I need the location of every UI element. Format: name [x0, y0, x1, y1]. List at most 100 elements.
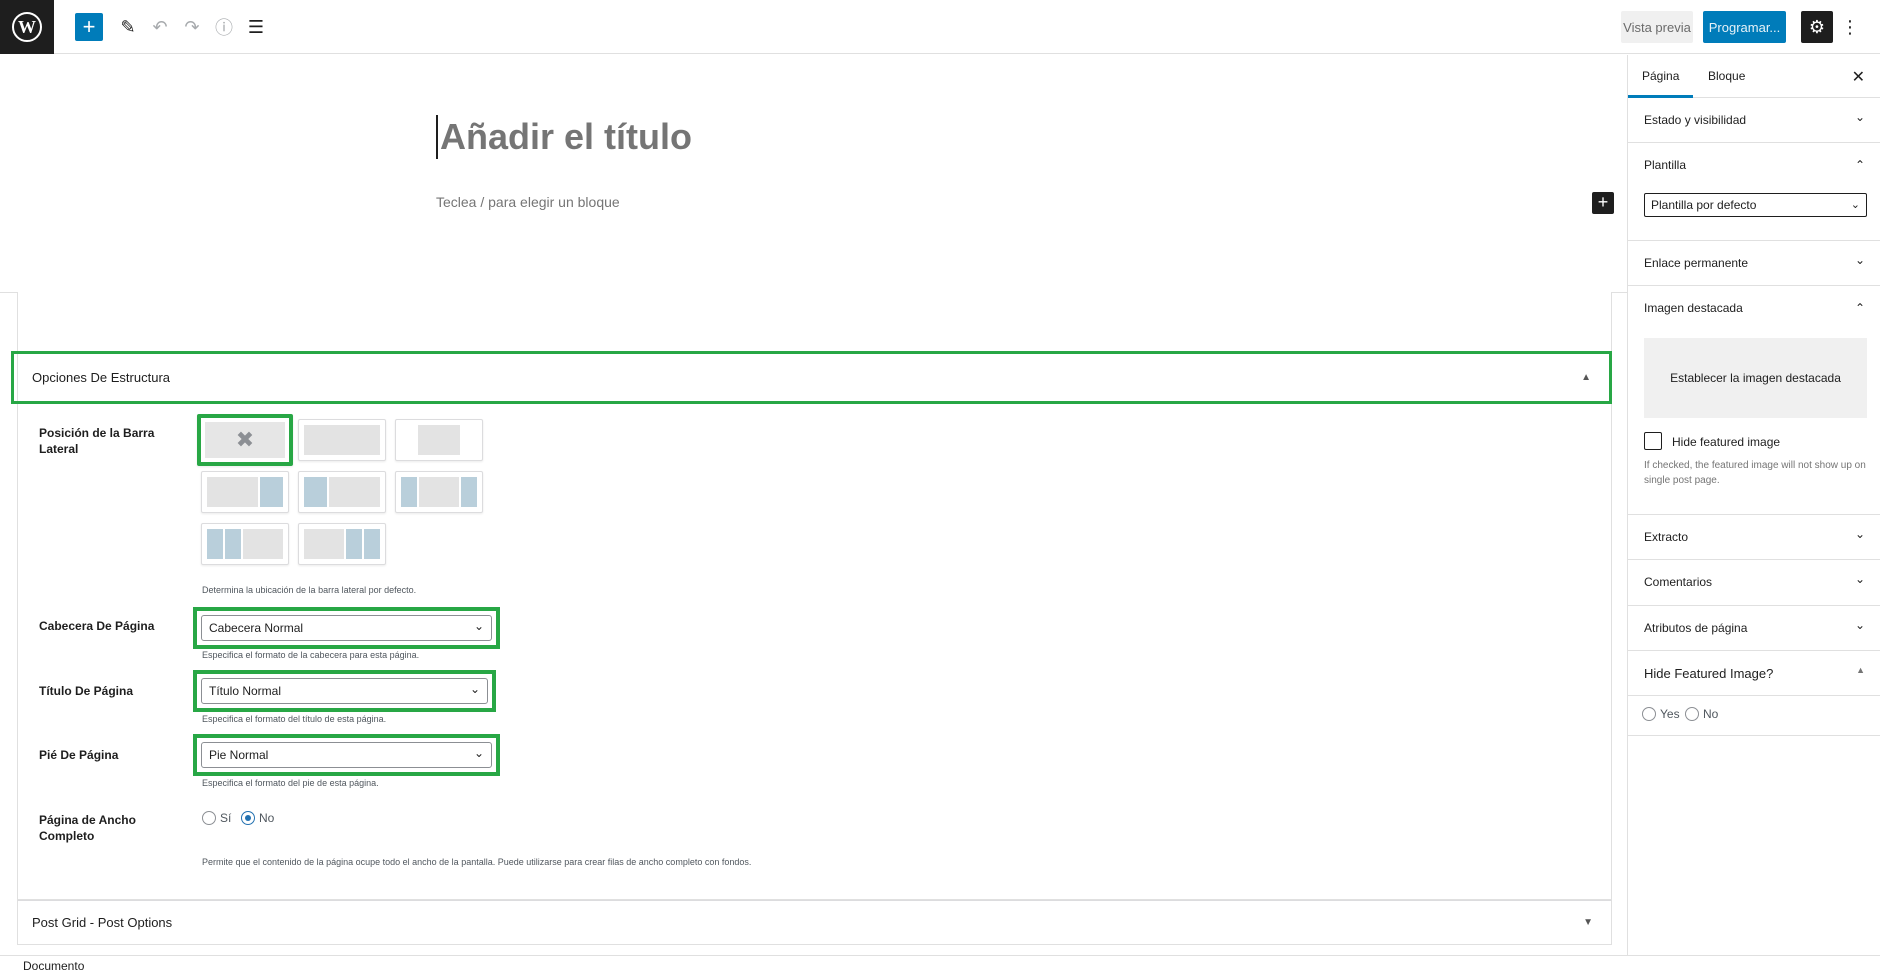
footer-select[interactable]: Pie Normal ⌄	[201, 742, 492, 768]
structure-options-header[interactable]: Opciones De Estructura ▲	[11, 351, 1612, 404]
hide-featured-image-checkbox[interactable]	[1644, 432, 1662, 450]
undo-icon[interactable]: ↶	[146, 13, 174, 41]
panel-status-visibility[interactable]: Estado y visibilidad ⌄	[1628, 98, 1880, 143]
panel-permalink[interactable]: Enlace permanente ⌄	[1628, 241, 1880, 286]
layout-two-right-sidebars-option[interactable]	[298, 523, 386, 565]
chevron-down-icon: ⌄	[1854, 572, 1865, 586]
chevron-down-icon: ⌄	[1854, 253, 1865, 267]
template-select-value: Plantilla por defecto	[1651, 198, 1757, 212]
sidebar-position-help: Determina la ubicación de la barra later…	[202, 585, 417, 595]
block-appender-placeholder[interactable]: Teclea / para elegir un bloque	[436, 194, 620, 210]
footer-label: Pié De Página	[39, 748, 119, 762]
redo-icon[interactable]: ↷	[178, 13, 206, 41]
panel-page-attributes[interactable]: Atributos de página ⌄	[1628, 606, 1880, 651]
panel-title[interactable]: Plantilla	[1644, 158, 1686, 172]
collapse-triangle-icon[interactable]: ▲	[1581, 372, 1591, 383]
layout-sidebar-block	[207, 529, 223, 559]
hide-featured-image-label: Hide featured image	[1672, 435, 1781, 449]
chevron-down-icon: ⌄	[1850, 199, 1860, 211]
panel-title[interactable]: Imagen destacada	[1644, 301, 1743, 315]
preview-button[interactable]: Vista previa	[1621, 11, 1693, 43]
layout-right-sidebar-option[interactable]	[201, 471, 289, 513]
close-icon[interactable]: ✕	[1852, 67, 1865, 87]
layout-sidebar-block	[364, 529, 380, 559]
fullwidth-yes-radio[interactable]	[202, 811, 216, 825]
header-select[interactable]: Cabecera Normal ⌄	[201, 615, 492, 641]
layout-two-left-sidebars-option[interactable]	[201, 523, 289, 565]
breadcrumb-bar: Documento	[0, 955, 1880, 977]
schedule-button[interactable]: Programar...	[1703, 11, 1786, 43]
top-toolbar: W + ✎ ↶ ↷ ⓘ ☰ Vista previa Programar... …	[0, 0, 1880, 54]
layout-block	[329, 477, 380, 507]
footer-help: Especifica el formato del pie de esta pá…	[202, 778, 379, 788]
header-select-value: Cabecera Normal	[209, 621, 304, 635]
wordpress-logo-icon: W	[12, 12, 42, 42]
layout-block	[243, 529, 283, 559]
chevron-up-icon[interactable]: ⌃	[1855, 158, 1865, 172]
layout-sidebar-block	[225, 529, 241, 559]
set-featured-image-button[interactable]: Establecer la imagen destacada	[1644, 338, 1867, 418]
panel-comments[interactable]: Comentarios ⌄	[1628, 560, 1880, 606]
add-block-button[interactable]: +	[75, 13, 103, 41]
hide-featured-no-label: No	[1703, 707, 1719, 721]
layout-block	[207, 477, 258, 507]
panel-title: Enlace permanente	[1644, 256, 1749, 270]
layout-no-sidebar-option[interactable]: ✖	[197, 414, 293, 466]
fullwidth-no-option[interactable]: No	[241, 811, 274, 825]
panel-title: Extracto	[1644, 530, 1689, 544]
footer-select-highlight: Pie Normal ⌄	[193, 734, 500, 776]
post-grid-title: Post Grid - Post Options	[32, 915, 173, 930]
breadcrumb-document[interactable]: Documento	[23, 959, 84, 973]
panel-title: Atributos de página	[1644, 621, 1748, 635]
chevron-down-icon: ⌄	[469, 682, 480, 696]
layout-narrow-option[interactable]	[395, 419, 483, 461]
template-select[interactable]: Plantilla por defecto ⌄	[1644, 193, 1867, 217]
title-label: Título De Página	[39, 684, 134, 698]
fullwidth-help: Permite que el contenido de la página oc…	[202, 857, 752, 867]
title-select-highlight: Título Normal ⌄	[193, 670, 496, 712]
settings-gear-icon[interactable]: ⚙	[1801, 11, 1833, 43]
panel-title: Comentarios	[1644, 575, 1713, 589]
inline-add-block-icon[interactable]: +	[1592, 192, 1614, 214]
hide-featured-no-radio[interactable]	[1685, 707, 1699, 721]
settings-sidebar: Página Bloque ✕ Estado y visibilidad ⌄ P…	[1627, 55, 1880, 955]
structure-options-title: Opciones De Estructura	[32, 370, 171, 385]
wordpress-logo-button[interactable]: W	[0, 0, 54, 54]
chevron-down-icon: ⌄	[473, 746, 484, 760]
hide-featured-yes-option[interactable]: Yes	[1642, 707, 1680, 721]
tab-block[interactable]: Bloque	[1694, 55, 1759, 98]
panel-title: Estado y visibilidad	[1644, 113, 1747, 127]
hide-featured-no-option[interactable]: No	[1685, 707, 1718, 721]
post-grid-metabox-header[interactable]: Post Grid - Post Options ▼	[17, 900, 1612, 945]
edit-tools-icon[interactable]: ✎	[114, 13, 142, 41]
footer-select-value: Pie Normal	[209, 748, 269, 762]
layout-sidebar-block	[304, 477, 327, 507]
tab-page[interactable]: Página	[1628, 55, 1694, 98]
more-options-icon[interactable]: ⋮	[1840, 11, 1860, 43]
post-title-input[interactable]: Añadir el título	[436, 115, 692, 159]
list-view-icon[interactable]: ☰	[242, 13, 270, 41]
chevron-up-icon[interactable]: ⌃	[1855, 301, 1865, 315]
layout-left-sidebar-option[interactable]	[298, 471, 386, 513]
layout-sidebar-block	[461, 477, 477, 507]
panel-excerpt[interactable]: Extracto ⌄	[1628, 515, 1880, 560]
chevron-down-icon: ⌄	[1854, 110, 1865, 124]
hide-featured-yes-label: Yes	[1660, 707, 1680, 721]
chevron-down-icon: ⌄	[1854, 618, 1865, 632]
info-icon[interactable]: ⓘ	[210, 13, 238, 41]
no-sidebar-x-icon: ✖	[235, 427, 255, 452]
title-select-value: Título Normal	[209, 684, 282, 698]
title-select[interactable]: Título Normal ⌄	[201, 678, 488, 704]
layout-block	[419, 477, 459, 507]
hide-featured-image-help: If checked, the featured image will not …	[1644, 460, 1866, 486]
panel-hide-featured-options: Yes No	[1628, 696, 1880, 736]
triangle-up-icon: ▲	[1856, 665, 1865, 675]
fullwidth-no-radio[interactable]	[241, 811, 255, 825]
fullwidth-yes-option[interactable]: Sí	[202, 811, 231, 825]
expand-triangle-icon[interactable]: ▼	[1583, 917, 1593, 928]
panel-hide-featured-question[interactable]: Hide Featured Image? ▲	[1628, 651, 1880, 696]
layout-full-width-option[interactable]	[298, 419, 386, 461]
title-help: Especifica el formato del título de esta…	[202, 714, 387, 724]
layout-both-sidebars-option[interactable]	[395, 471, 483, 513]
hide-featured-yes-radio[interactable]	[1642, 707, 1656, 721]
